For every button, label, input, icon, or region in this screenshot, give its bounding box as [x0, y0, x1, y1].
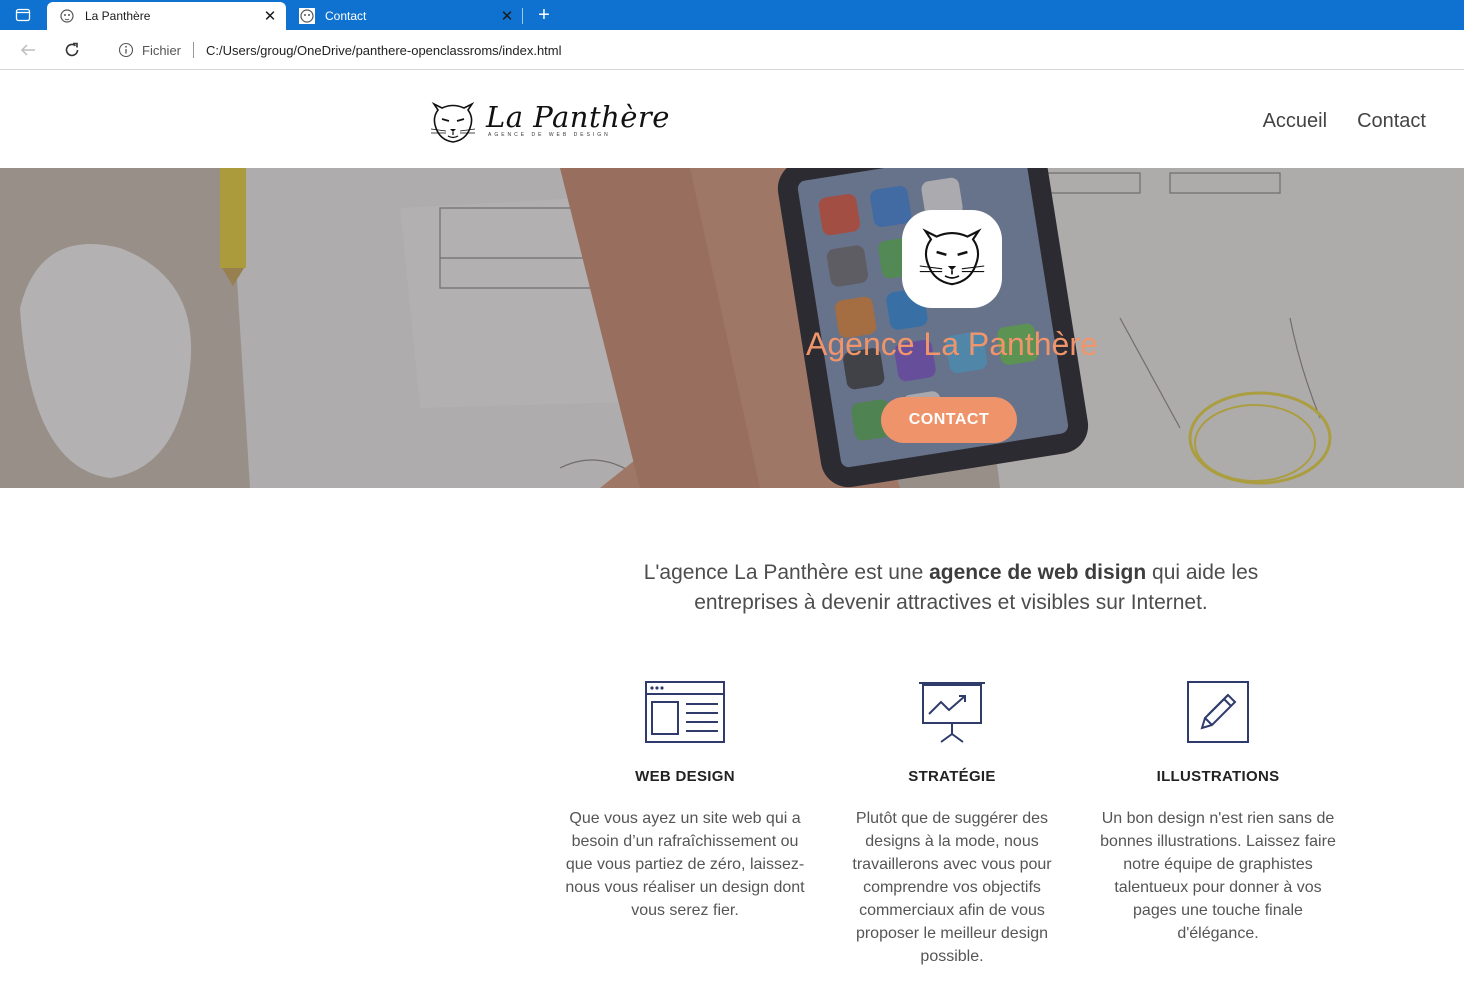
tab-la-panthere[interactable]: La Panthère ✕ [47, 2, 286, 30]
browser-tab-strip: La Panthère ✕ Contact ✕ + [0, 0, 1464, 30]
browser-window-icon [645, 681, 725, 743]
tab-title: La Panthère [85, 9, 151, 23]
contact-button[interactable]: CONTACT [881, 397, 1017, 443]
address-divider [193, 42, 195, 58]
site-logo[interactable]: La Panthère AGENCE DE WEB DESIGN [428, 98, 669, 148]
service-web-design: WEB DESIGN Que vous ayez un site web qui… [560, 680, 810, 922]
site-nav: Accueil Contact [1263, 110, 1426, 133]
info-icon[interactable] [118, 42, 134, 58]
nav-link-contact[interactable]: Contact [1357, 110, 1426, 133]
intro-text-start: L'agence La Panthère est une [643, 561, 930, 584]
panther-icon [430, 102, 476, 143]
panther-icon [919, 228, 985, 286]
hero-logo-badge [902, 210, 1002, 308]
service-title: STRATÉGIE [908, 768, 996, 785]
pencil-edit-icon [1187, 681, 1249, 743]
hero-overlay [0, 168, 1464, 488]
service-description: Plutôt que de suggérer des designs à la … [852, 810, 1052, 965]
service-illustrations: ILLUSTRATIONS Un bon design n'est rien s… [1093, 680, 1343, 945]
close-tab-icon[interactable]: ✕ [262, 8, 278, 24]
browser-toolbar: Fichier C:/Users/groug/OneDrive/panthere… [0, 30, 1464, 70]
site-header: La Panthère AGENCE DE WEB DESIGN Accueil… [0, 70, 1464, 168]
nav-link-accueil[interactable]: Accueil [1263, 110, 1327, 133]
service-title: WEB DESIGN [635, 768, 735, 785]
new-tab-icon[interactable]: + [533, 4, 555, 26]
close-tab-icon[interactable]: ✕ [499, 8, 515, 24]
panther-favicon-icon [60, 9, 74, 23]
service-description: Que vous ayez un site web qui a besoin d… [565, 810, 805, 919]
tab-divider [522, 8, 523, 24]
tab-title: Contact [325, 9, 367, 23]
hero-banner: Agence La Panthère CONTACT [0, 168, 1464, 488]
address-bar[interactable]: Fichier C:/Users/groug/OneDrive/panthere… [100, 34, 1464, 66]
presentation-chart-icon [919, 682, 985, 743]
intro-text-bold: agence de web disign [929, 561, 1147, 584]
address-scheme-label: Fichier [142, 42, 182, 58]
hero-title: Agence La Panthère [806, 326, 1098, 362]
tab-actions-icon[interactable] [0, 0, 46, 30]
service-strategie: STRATÉGIE Plutôt que de suggérer des des… [827, 680, 1077, 968]
logo-name: La Panthère [486, 100, 670, 134]
panther-favicon-icon [299, 8, 315, 24]
service-title: ILLUSTRATIONS [1156, 768, 1280, 785]
back-arrow-icon[interactable] [16, 38, 40, 62]
service-description: Un bon design n'est rien sans de bonnes … [1100, 810, 1336, 942]
reload-icon[interactable] [60, 38, 84, 62]
intro-text: L'agence La Panthère est une agence de w… [600, 558, 1302, 618]
address-url[interactable]: C:/Users/groug/OneDrive/panthere-opencla… [206, 43, 562, 58]
logo-tagline: AGENCE DE WEB DESIGN [488, 132, 611, 138]
tab-contact[interactable]: Contact ✕ [287, 2, 523, 30]
